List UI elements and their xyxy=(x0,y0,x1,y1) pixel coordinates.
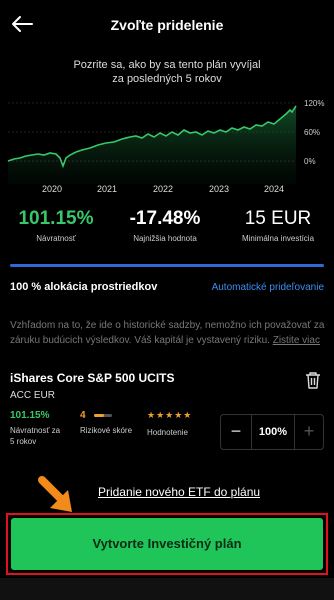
disclaimer: Vzhľadom na to, že ide o historické sadz… xyxy=(10,318,326,348)
stat-lowest-value: -17.48% xyxy=(129,208,201,229)
add-etf-label[interactable]: Pridanie nového ETF do plánu xyxy=(98,485,260,499)
fund-return-value: 101.15% xyxy=(10,410,50,421)
allocation-title: 100 % alokácia prostriedkov xyxy=(10,281,158,293)
stat-min-label: Minimálna investícia xyxy=(241,234,315,243)
performance-chart: 120% 60% 0% 2020 2021 2022 2023 2024 xyxy=(7,99,324,194)
fund-return-metric: 101.15% Návratnosť za 5 rokov xyxy=(10,410,60,447)
rating-label: Hodnotenie xyxy=(147,428,188,437)
x-tick-2024: 2024 xyxy=(264,184,284,194)
cta-highlight-frame: Vytvorte Investičný plán xyxy=(6,513,328,575)
y-tick-0: 0% xyxy=(304,157,316,166)
y-tick-60: 60% xyxy=(304,128,320,137)
x-tick-2023: 2023 xyxy=(209,184,229,194)
increase-button[interactable]: + xyxy=(295,415,323,449)
chart-subtitle: Pozrite sa, ako by sa tento plán vyvíjal… xyxy=(40,58,294,86)
x-tick-2021: 2021 xyxy=(97,184,117,194)
page-title: Zvoľte pridelenie xyxy=(110,17,224,33)
allocation-stepper: − 100% + xyxy=(220,414,324,450)
x-tick-2020: 2020 xyxy=(42,184,62,194)
risk-score-fill xyxy=(94,414,105,417)
chart-subtitle-line-2: za posledných 5 rokov xyxy=(112,73,222,85)
stat-lowest-label: Najnižšia hodnota xyxy=(133,234,197,243)
risk-score-bar xyxy=(94,414,112,417)
fund-risk-metric: 4 Rizikové skóre xyxy=(80,410,132,436)
stat-min-value: 15 EUR xyxy=(244,208,312,229)
header: Zvoľte pridelenie xyxy=(0,0,334,48)
stat-return: 101.15% Návratnosť xyxy=(8,208,104,243)
stats-row: 101.15% Návratnosť -17.48% Najnižšia hod… xyxy=(0,208,334,248)
create-plan-button[interactable]: Vytvorte Investičný plán xyxy=(11,518,323,570)
trash-icon[interactable] xyxy=(305,371,321,389)
auto-allocation-link[interactable]: Automatické prideľovanie xyxy=(212,282,324,293)
allocation-value[interactable]: 100% xyxy=(251,415,295,449)
x-tick-2022: 2022 xyxy=(153,184,173,194)
stat-return-label: Návratnosť xyxy=(36,234,76,243)
stat-return-value: 101.15% xyxy=(18,208,94,229)
decrease-button[interactable]: − xyxy=(221,415,251,449)
chart-area xyxy=(8,106,296,184)
add-etf-link[interactable]: Pridanie nového ETF do plánu xyxy=(0,485,334,499)
stat-lowest: -17.48% Najnižšia hodnota xyxy=(110,208,220,243)
allocation-progress-bar xyxy=(10,264,324,267)
learn-more-link[interactable]: Zistite viac xyxy=(273,335,320,346)
chart-subtitle-line-1: Pozrite sa, ako by sa tento plán vyvíjal xyxy=(73,59,261,71)
fund-name: iShares Core S&P 500 UCITS xyxy=(10,371,175,385)
fund-return-label-1: Návratnosť za xyxy=(10,426,61,435)
y-tick-120: 120% xyxy=(304,99,324,108)
fund-return-label-2: 5 rokov xyxy=(10,437,37,446)
risk-score-label: Rizikové skóre xyxy=(80,426,133,435)
stat-min-investment: 15 EUR Minimálna investícia xyxy=(226,208,330,243)
fund-share-class: ACC EUR xyxy=(10,390,56,401)
rating-stars-icon: ★★★★★ xyxy=(147,410,193,420)
fund-rating-metric: ★★★★★ Hodnotenie xyxy=(147,410,192,438)
system-nav-bar xyxy=(0,578,334,600)
